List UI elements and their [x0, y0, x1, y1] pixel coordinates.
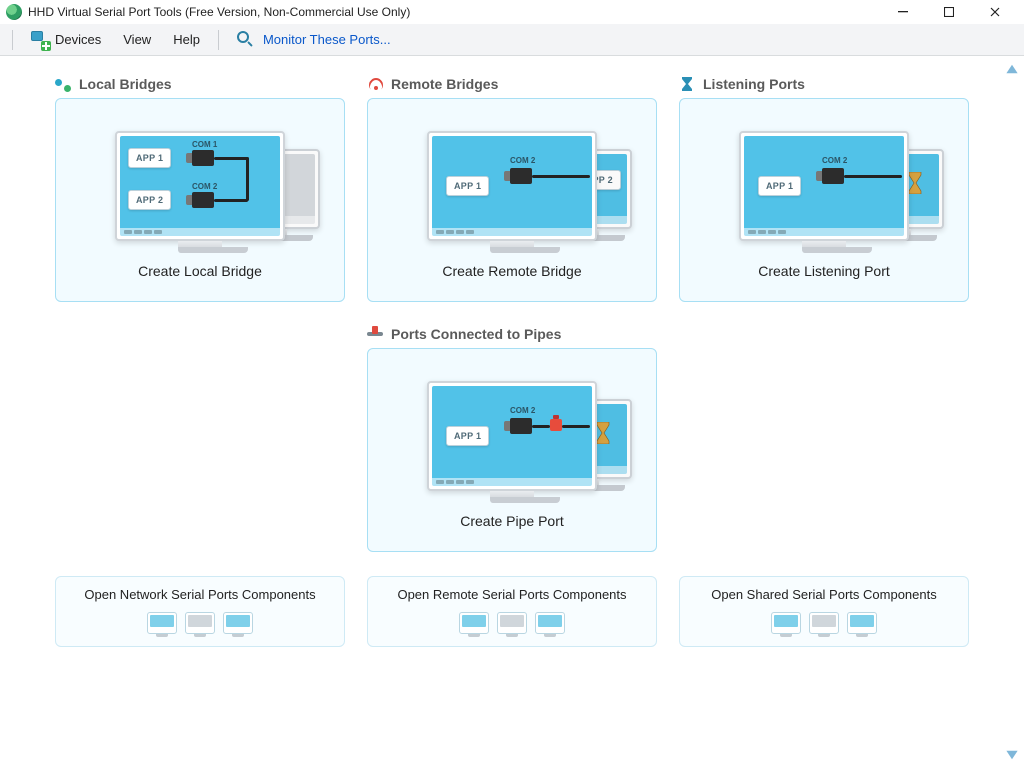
devices-menu-label: Devices [55, 32, 101, 47]
serial-plug-icon [510, 168, 532, 184]
create-local-bridge-card[interactable]: APP 1 APP 2 COM 1 COM 2 [55, 98, 345, 302]
spacer [679, 326, 969, 552]
pipes-title: Ports Connected to Pipes [391, 326, 561, 342]
create-pipe-port-label: Create Pipe Port [456, 503, 568, 543]
app1-box: APP 1 [758, 176, 801, 196]
open-shared-components-card[interactable]: Open Shared Serial Ports Components [679, 576, 969, 647]
app1-box: APP 1 [128, 148, 171, 168]
monitor-ports-label: Monitor These Ports... [263, 32, 391, 47]
hourglass-icon [907, 172, 923, 194]
serial-plug-icon [822, 168, 844, 184]
menubar: Devices View Help Monitor These Ports... [0, 24, 1024, 56]
section-local-bridges: Local Bridges APP 1 APP 2 [55, 76, 345, 302]
mini-icons [771, 612, 877, 634]
valve-icon [550, 419, 562, 431]
port-label-com2: COM 2 [510, 406, 535, 415]
listening-ports-title: Listening Ports [703, 76, 805, 92]
hourglass-icon [595, 422, 611, 444]
local-bridges-title: Local Bridges [79, 76, 172, 92]
open-network-components-card[interactable]: Open Network Serial Ports Components [55, 576, 345, 647]
primary-monitor-illustration: APP 1 COM 2 [427, 131, 597, 253]
section-remote-bridges: Remote Bridges APP 2 [367, 76, 657, 302]
wifi-icon [367, 76, 383, 92]
devices-icon [31, 31, 49, 49]
help-menu[interactable]: Help [163, 28, 210, 51]
view-menu[interactable]: View [113, 28, 161, 51]
create-listening-port-label: Create Listening Port [754, 253, 894, 293]
serial-plug-icon [192, 150, 214, 166]
bridge-icon [55, 76, 71, 92]
maximize-button[interactable] [926, 0, 972, 24]
port-label-com2: COM 2 [192, 182, 217, 191]
serial-plug-icon [192, 192, 214, 208]
section-listening-ports: Listening Ports [679, 76, 969, 302]
titlebar: HHD Virtual Serial Port Tools (Free Vers… [0, 0, 1024, 24]
port-label-com2: COM 2 [822, 156, 847, 165]
create-remote-bridge-card[interactable]: APP 2 APP 1 COM 2 [367, 98, 657, 302]
open-remote-components-label: Open Remote Serial Ports Components [397, 587, 626, 602]
remote-bridges-title: Remote Bridges [391, 76, 498, 92]
section-pipes: Ports Connected to Pipes [367, 326, 657, 552]
create-remote-bridge-label: Create Remote Bridge [438, 253, 585, 293]
app1-box: APP 1 [446, 176, 489, 196]
mini-icons [459, 612, 565, 634]
pipe-icon [367, 326, 383, 342]
open-shared-components-label: Open Shared Serial Ports Components [711, 587, 936, 602]
primary-monitor-illustration: APP 1 COM 2 [427, 381, 597, 503]
app2-box: APP 2 [128, 190, 171, 210]
primary-monitor-illustration: APP 1 APP 2 COM 1 COM 2 [115, 131, 285, 253]
serial-plug-icon [510, 418, 532, 434]
monitor-ports-link[interactable]: Monitor These Ports... [227, 27, 401, 53]
minimize-button[interactable] [880, 0, 926, 24]
port-label-com2: COM 2 [510, 156, 535, 165]
primary-monitor-illustration: APP 1 COM 2 [739, 131, 909, 253]
close-button[interactable] [972, 0, 1018, 24]
app-icon [6, 4, 22, 20]
create-listening-port-card[interactable]: APP 1 COM 2 Create Listening Port [679, 98, 969, 302]
hourglass-icon [679, 76, 695, 92]
devices-menu[interactable]: Devices [21, 27, 111, 53]
open-network-components-label: Open Network Serial Ports Components [84, 587, 315, 602]
open-remote-components-card[interactable]: Open Remote Serial Ports Components [367, 576, 657, 647]
port-label-com1: COM 1 [192, 140, 217, 149]
spacer [55, 326, 345, 552]
content-area: Local Bridges APP 1 APP 2 [0, 56, 1024, 768]
window-title: HHD Virtual Serial Port Tools (Free Vers… [28, 5, 410, 19]
create-pipe-port-card[interactable]: APP 1 COM 2 C [367, 348, 657, 552]
app1-box: APP 1 [446, 426, 489, 446]
search-icon [237, 31, 255, 49]
mini-icons [147, 612, 253, 634]
create-local-bridge-label: Create Local Bridge [134, 253, 266, 293]
